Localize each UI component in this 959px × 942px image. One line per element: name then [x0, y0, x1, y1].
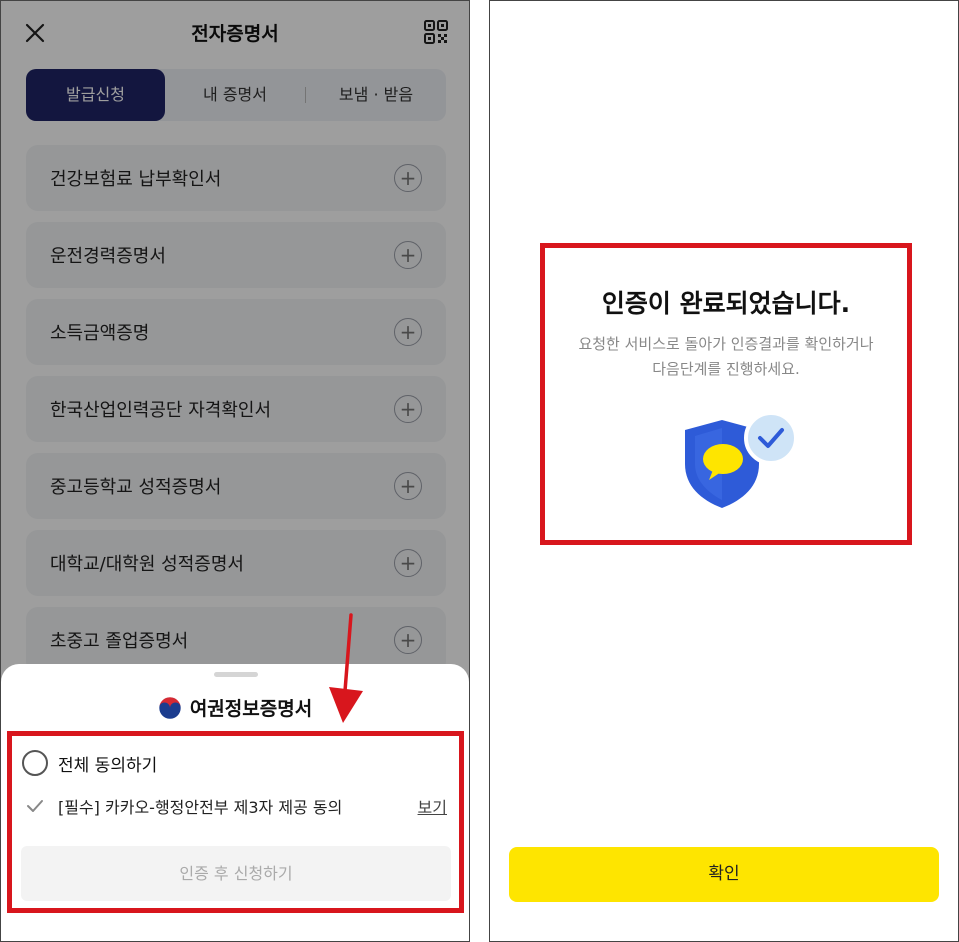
- required-consent-row[interactable]: [필수] 카카오-행정안전부 제3자 제공 동의: [26, 794, 342, 818]
- description-line: 다음단계를 진행하세요.: [652, 360, 800, 378]
- view-terms-link[interactable]: 보기: [418, 794, 447, 818]
- sheet-title: 여권정보증명서: [189, 698, 313, 720]
- confirm-button[interactable]: 확인: [509, 847, 939, 902]
- left-screen: 전자증명서 발급신청 내 증명서 보냄 · 받음 건강보험료 납부확인서 + 운…: [0, 0, 470, 942]
- required-consent-label: [필수] 카카오-행정안전부 제3자 제공 동의: [58, 798, 343, 817]
- sheet-header: 여권정보증명서: [1, 694, 469, 721]
- consent-highlight-box: 전체 동의하기 [필수] 카카오-행정안전부 제3자 제공 동의 보기 인증 후…: [7, 731, 464, 913]
- auth-complete-highlight-box: 인증이 완료되었습니다. 요청한 서비스로 돌아가 인증결과를 확인하거나 다음…: [540, 243, 912, 545]
- korea-government-emblem-icon: [158, 696, 182, 719]
- agree-all-radio[interactable]: [22, 750, 48, 776]
- apply-after-auth-button[interactable]: 인증 후 신청하기: [21, 846, 451, 901]
- right-screen: 인증이 완료되었습니다. 요청한 서비스로 돌아가 인증결과를 확인하거나 다음…: [489, 0, 959, 942]
- description-line: 요청한 서비스로 돌아가 인증결과를 확인하거나: [578, 335, 874, 353]
- agree-all-label: 전체 동의하기: [58, 755, 158, 776]
- agree-all-row[interactable]: 전체 동의하기: [22, 750, 157, 776]
- verified-shield-icon: [685, 411, 798, 508]
- bottom-sheet: 여권정보증명서 전체 동의하기 [필수] 카카오-행정안전부 제3자 제공 동의…: [1, 664, 469, 941]
- sheet-drag-handle[interactable]: [214, 672, 258, 677]
- check-icon[interactable]: [26, 797, 44, 815]
- auth-complete-description: 요청한 서비스로 돌아가 인증결과를 확인하거나 다음단계를 진행하세요.: [545, 332, 907, 382]
- red-arrow-annotation-icon: [329, 613, 363, 723]
- auth-complete-title: 인증이 완료되었습니다.: [601, 289, 851, 318]
